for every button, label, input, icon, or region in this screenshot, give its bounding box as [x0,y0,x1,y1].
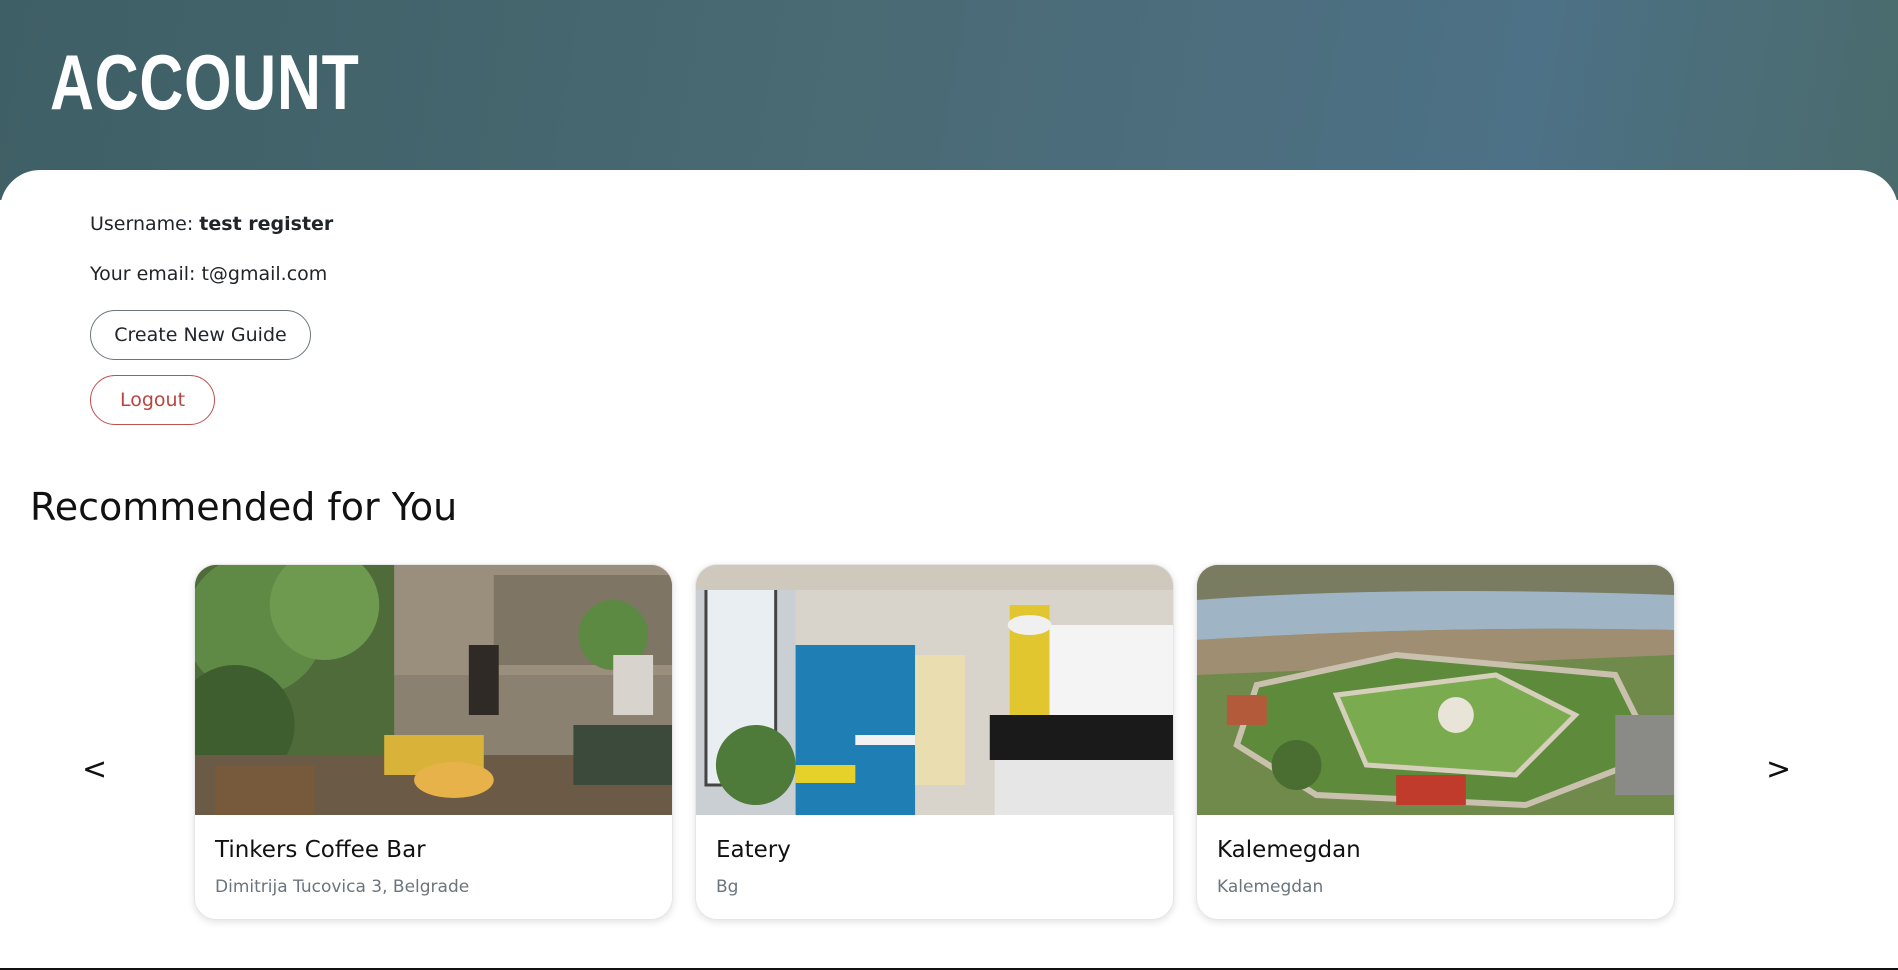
carousel-prev-button[interactable]: < [82,752,107,787]
email-value: t@gmail.com [201,263,328,285]
recommended-heading: Recommended for You [30,485,458,529]
recommendation-card-eatery[interactable]: Eatery Bg [695,564,1174,920]
recommendation-card-kalemegdan[interactable]: Kalemegdan Kalemegdan [1196,564,1675,920]
recommendation-card-tinkers[interactable]: Tinkers Coffee Bar Dimitrija Tucovica 3,… [194,564,673,920]
card-address: Dimitrija Tucovica 3, Belgrade [215,877,470,897]
card-title: Eatery [716,837,791,863]
logout-button[interactable]: Logout [90,375,215,425]
carousel-next-button[interactable]: > [1766,752,1791,787]
card-title: Tinkers Coffee Bar [215,837,426,863]
cafe-photo [195,565,672,815]
eatery-photo [696,565,1173,815]
kalemegdan-photo [1197,565,1674,815]
card-address: Bg [716,877,739,897]
email-label: Your email: [90,263,202,285]
username-line: Username: test register [90,213,333,235]
create-new-guide-button[interactable]: Create New Guide [90,310,311,360]
username-label: Username: [90,213,200,235]
card-address: Kalemegdan [1217,877,1324,897]
email-line: Your email: t@gmail.com [90,263,327,285]
card-title: Kalemegdan [1217,837,1361,863]
username-value: test register [199,213,334,235]
page-title: ACCOUNT [50,38,360,126]
